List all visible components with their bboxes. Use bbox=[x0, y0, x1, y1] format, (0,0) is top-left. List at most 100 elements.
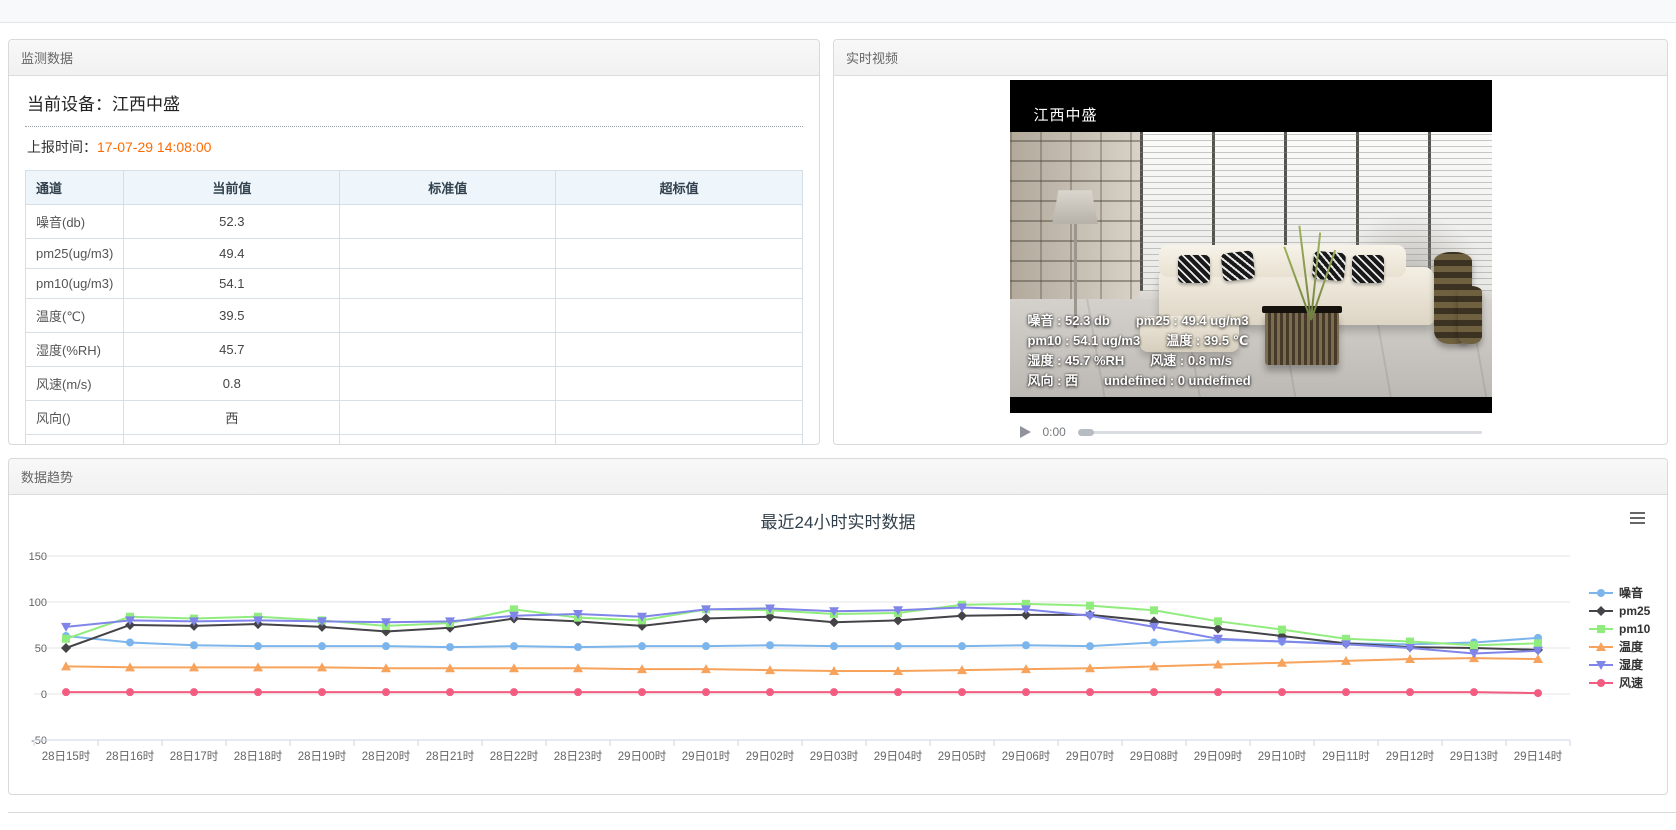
video-overlay: 噪音 : 52.3 db pm25 : 49.4 ug/m3pm10 : 54.… bbox=[1028, 311, 1251, 391]
table-row: 风向()西 bbox=[26, 401, 803, 435]
cell-channel: 风向() bbox=[26, 401, 124, 435]
play-icon[interactable] bbox=[1020, 426, 1031, 438]
svg-text:28日20时: 28日20时 bbox=[362, 750, 411, 763]
col-header-standard: 标准值 bbox=[340, 171, 556, 205]
cell-channel: 温度(℃) bbox=[26, 299, 124, 333]
svg-text:150: 150 bbox=[29, 551, 47, 563]
top-bar bbox=[0, 0, 1676, 23]
scene-plant bbox=[1282, 225, 1338, 320]
cell-exceed bbox=[556, 435, 803, 446]
legend-item-pm25[interactable]: pm25 bbox=[1589, 604, 1651, 618]
report-time-value: 17-07-29 14:08:00 bbox=[97, 139, 211, 155]
svg-text:29日06时: 29日06时 bbox=[1002, 750, 1051, 763]
svg-text:29日13时: 29日13时 bbox=[1450, 750, 1499, 763]
svg-text:29日12时: 29日12时 bbox=[1386, 750, 1435, 763]
col-header-exceed: 超标值 bbox=[556, 171, 803, 205]
legend-item-湿度[interactable]: 湿度 bbox=[1589, 657, 1644, 672]
legend-item-pm10[interactable]: pm10 bbox=[1589, 622, 1651, 636]
svg-text:0: 0 bbox=[41, 689, 47, 701]
legend-item-温度[interactable]: 温度 bbox=[1589, 639, 1644, 654]
cell-exceed bbox=[556, 299, 803, 333]
trend-panel-header: 数据趋势 bbox=[9, 459, 1667, 495]
cell-standard bbox=[340, 205, 556, 239]
svg-text:风速: 风速 bbox=[1619, 675, 1643, 690]
table-row: 风速(m/s)0.8 bbox=[26, 367, 803, 401]
svg-text:29日07时: 29日07时 bbox=[1066, 750, 1115, 763]
page-content: 监测数据 当前设备：江西中盛 上报时间：17-07-29 14:08:00 通道… bbox=[0, 23, 1676, 813]
legend-item-噪音[interactable]: 噪音 bbox=[1589, 585, 1643, 600]
scene-floor-lamp bbox=[1048, 190, 1102, 328]
table-row: 温度(℃)39.5 bbox=[26, 299, 803, 333]
svg-text:29日00时: 29日00时 bbox=[618, 750, 667, 763]
svg-text:28日21时: 28日21时 bbox=[426, 750, 475, 763]
cell-exceed bbox=[556, 269, 803, 299]
series-风速 bbox=[62, 688, 1542, 697]
svg-text:29日05时: 29日05时 bbox=[938, 750, 987, 763]
col-header-channel: 通道 bbox=[26, 171, 124, 205]
svg-text:50: 50 bbox=[35, 643, 47, 655]
scene-pillow bbox=[1178, 255, 1210, 283]
svg-text:29日03时: 29日03时 bbox=[810, 750, 859, 763]
cell-current: 0.8 bbox=[124, 367, 340, 401]
svg-text:100: 100 bbox=[29, 597, 47, 609]
cell-exceed bbox=[556, 205, 803, 239]
svg-text:28日22时: 28日22时 bbox=[490, 750, 539, 763]
trend-chart: -50 0 50 100 150 28日15时 28日16时 28日17时 28日18时 28日1… bbox=[17, 536, 1668, 773]
report-time-label: 上报时间： bbox=[27, 139, 97, 155]
monitor-table-body: 噪音(db)52.3pm25(ug/m3)49.4pm10(ug/m3)54.1… bbox=[26, 205, 803, 446]
monitoring-table: 通道 当前值 标准值 超标值 噪音(db)52.3pm25(ug/m3)49.4… bbox=[25, 170, 803, 445]
cell-exceed bbox=[556, 239, 803, 269]
table-row: 湿度(%RH)45.7 bbox=[26, 333, 803, 367]
player-progress-bar[interactable] bbox=[1078, 431, 1482, 434]
svg-text:29日02时: 29日02时 bbox=[746, 750, 795, 763]
svg-text:湿度: 湿度 bbox=[1619, 657, 1644, 672]
svg-text:温度: 温度 bbox=[1619, 639, 1644, 654]
cell-channel: 噪音(db) bbox=[26, 205, 124, 239]
trend-panel: 数据趋势 最近24小时实时数据 -50 0 50 100 150 28日15时 28日16时… bbox=[8, 458, 1668, 795]
svg-text:29日11时: 29日11时 bbox=[1322, 750, 1370, 763]
cell-current: 39.5 bbox=[124, 299, 340, 333]
cell-standard bbox=[340, 401, 556, 435]
col-header-current: 当前值 bbox=[124, 171, 340, 205]
cell-current: 52.3 bbox=[124, 205, 340, 239]
svg-text:28日15时: 28日15时 bbox=[42, 750, 91, 763]
bottom-divider bbox=[8, 812, 1676, 813]
cell-channel: pm25(ug/m3) bbox=[26, 239, 124, 269]
table-row: 噪音(db)52.3 bbox=[26, 205, 803, 239]
svg-text:28日19时: 28日19时 bbox=[298, 750, 347, 763]
svg-text:28日18时: 28日18时 bbox=[234, 750, 283, 763]
video-overlay-line: 湿度 : 45.7 %RH 风速 : 0.8 m/s bbox=[1028, 351, 1251, 371]
cell-standard bbox=[340, 367, 556, 401]
cell-exceed bbox=[556, 333, 803, 367]
cell-current: 45.7 bbox=[124, 333, 340, 367]
cell-standard bbox=[340, 299, 556, 333]
svg-text:pm25: pm25 bbox=[1619, 604, 1651, 618]
svg-text:29日01时: 29日01时 bbox=[682, 750, 731, 763]
svg-text:29日04时: 29日04时 bbox=[874, 750, 923, 763]
video-overlay-line: pm10 : 54.1 ug/m3 温度 : 39.5 ℃ bbox=[1028, 331, 1251, 351]
cell-channel: 风速(m/s) bbox=[26, 367, 124, 401]
monitor-panel-header: 监测数据 bbox=[9, 40, 819, 76]
video-controls: 0:00 bbox=[1010, 421, 1492, 443]
svg-text:28日17时: 28日17时 bbox=[170, 750, 219, 763]
cell-channel: 湿度(%RH) bbox=[26, 333, 124, 367]
cell-exceed bbox=[556, 367, 803, 401]
video-player[interactable]: 江西中盛 bbox=[1010, 80, 1492, 413]
legend-item-风速[interactable]: 风速 bbox=[1589, 675, 1643, 690]
monitor-panel: 监测数据 当前设备：江西中盛 上报时间：17-07-29 14:08:00 通道… bbox=[8, 39, 820, 445]
video-overlay-line: 噪音 : 52.3 db pm25 : 49.4 ug/m3 bbox=[1028, 311, 1251, 331]
table-row: TSP(ug/m3)0 bbox=[26, 435, 803, 446]
chart-title: 最近24小时实时数据 bbox=[17, 499, 1659, 536]
svg-text:28日16时: 28日16时 bbox=[106, 750, 155, 763]
table-header-row: 通道 当前值 标准值 超标值 bbox=[26, 171, 803, 205]
svg-text:29日10时: 29日10时 bbox=[1258, 750, 1307, 763]
cell-channel: TSP(ug/m3) bbox=[26, 435, 124, 446]
hamburger-menu-icon[interactable] bbox=[1630, 512, 1645, 527]
svg-text:29日14时: 29日14时 bbox=[1514, 750, 1563, 763]
svg-text:29日08时: 29日08时 bbox=[1130, 750, 1179, 763]
svg-text:-50: -50 bbox=[31, 735, 47, 747]
svg-text:pm10: pm10 bbox=[1619, 622, 1651, 636]
cell-standard bbox=[340, 239, 556, 269]
cell-current: 49.4 bbox=[124, 239, 340, 269]
cell-channel: pm10(ug/m3) bbox=[26, 269, 124, 299]
